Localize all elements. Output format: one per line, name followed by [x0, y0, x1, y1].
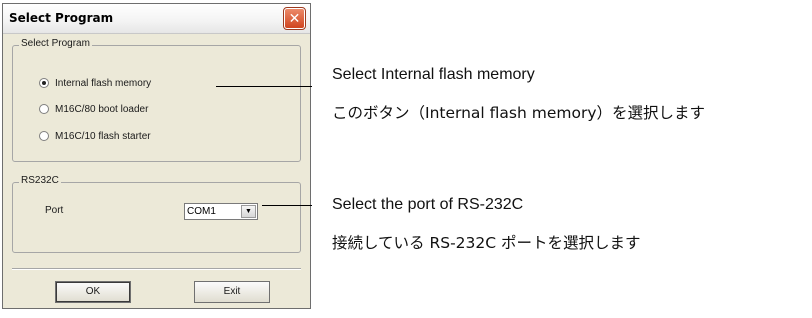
- ok-button[interactable]: OK: [55, 281, 131, 303]
- radio-button[interactable]: [39, 104, 49, 114]
- callout-port-en: Select the port of RS-232C: [332, 196, 524, 213]
- radio-label: Internal flash memory: [55, 77, 152, 89]
- radio-button[interactable]: [39, 78, 49, 88]
- callout-program-en: Select Internal flash memory: [332, 66, 535, 83]
- radio-internal-flash-memory[interactable]: Internal flash memory: [39, 76, 151, 90]
- title-bar[interactable]: Select Program ✕: [3, 4, 310, 34]
- port-select-value: COM1: [187, 206, 216, 217]
- radio-m16c80-boot-loader[interactable]: M16C/80 boot loader: [39, 102, 148, 116]
- divider: [12, 268, 301, 270]
- radio-label: M16C/80 boot loader: [55, 103, 149, 115]
- chevron-down-icon[interactable]: ▼: [241, 205, 256, 218]
- port-select[interactable]: COM1 ▼: [184, 203, 258, 220]
- callout-program-jp: このボタン（Internal flash memory）を選択します: [332, 104, 706, 122]
- radio-m16c10-flash-starter[interactable]: M16C/10 flash starter: [39, 129, 151, 143]
- select-program-group-label: Select Program: [19, 38, 92, 49]
- callout-port-jp: 接続している RS-232C ポートを選択します: [332, 234, 641, 252]
- leader-line-port: [262, 205, 312, 206]
- dialog-title: Select Program: [9, 11, 114, 25]
- leader-line-program: [216, 86, 312, 87]
- exit-button[interactable]: Exit: [194, 281, 270, 303]
- rs232c-group-label: RS232C: [19, 175, 61, 186]
- radio-button[interactable]: [39, 131, 49, 141]
- close-icon[interactable]: ✕: [283, 7, 306, 30]
- port-label: Port: [45, 205, 64, 216]
- radio-label: M16C/10 flash starter: [55, 130, 151, 142]
- select-program-dialog: Select Program ✕ Select Program Internal…: [2, 3, 311, 309]
